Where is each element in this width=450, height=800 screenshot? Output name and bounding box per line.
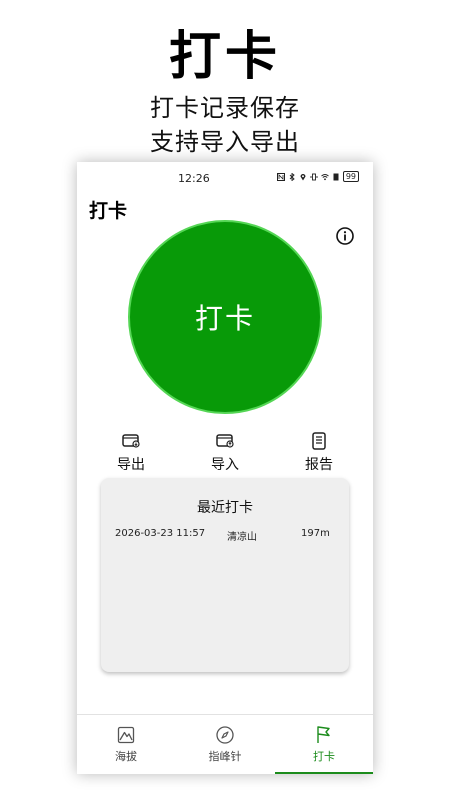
promo-line-2: 支持导入导出	[150, 128, 300, 156]
bottom-nav: 海拔 指峰针 打卡	[77, 714, 373, 774]
nav-label-checkin: 打卡	[313, 750, 335, 763]
import-button[interactable]: 导入	[195, 432, 255, 474]
wallet-export-icon	[122, 434, 140, 448]
app-title: 打卡	[89, 200, 128, 222]
flag-icon	[317, 726, 330, 743]
recent-checkins-title: 最近打卡	[197, 500, 253, 516]
nfc-icon	[276, 172, 285, 181]
status-bar: 12:26 99	[77, 162, 373, 196]
nav-label-altitude: 海拔	[115, 750, 137, 763]
info-icon[interactable]	[335, 226, 355, 246]
checkin-time: 2026-03-23 11:57	[115, 528, 206, 539]
report-label: 报告	[305, 457, 333, 473]
promo-line-1: 打卡记录保存	[150, 94, 300, 122]
checkin-place: 清凉山	[227, 532, 257, 543]
bluetooth-icon	[289, 172, 295, 181]
sim-icon	[333, 173, 339, 180]
promo-title: 打卡	[168, 27, 281, 87]
report-button[interactable]: 报告	[289, 432, 349, 474]
status-time: 12:26	[178, 172, 210, 185]
import-label: 导入	[211, 457, 239, 473]
location-icon	[300, 173, 306, 180]
recent-checkins-card: 最近打卡 2026-03-23 11:57 清凉山 197m	[101, 478, 349, 672]
checkin-altitude: 197m	[301, 528, 330, 539]
nav-item-altitude[interactable]: 海拔	[77, 715, 175, 774]
nav-label-compass: 指峰针	[208, 750, 242, 763]
wifi-icon	[321, 173, 329, 180]
nav-item-compass[interactable]: 指峰针	[176, 715, 274, 774]
report-document-icon	[312, 432, 326, 450]
nav-item-checkin[interactable]: 打卡	[275, 715, 373, 774]
export-button[interactable]: 导出	[101, 432, 161, 474]
vibrate-icon	[310, 173, 318, 180]
export-label: 导出	[117, 457, 145, 473]
compass-icon	[216, 726, 234, 744]
battery-indicator: 99	[342, 171, 359, 182]
checkin-button[interactable]: 打卡	[128, 220, 322, 414]
status-icons: 99	[276, 171, 359, 182]
wallet-import-icon	[216, 434, 234, 448]
nav-active-indicator	[275, 772, 373, 774]
phone-screen: 12:26 99 打卡 打卡 导出 导入 报告 最近打卡 2026-03-23 …	[77, 162, 373, 774]
mountain-icon	[117, 726, 135, 744]
